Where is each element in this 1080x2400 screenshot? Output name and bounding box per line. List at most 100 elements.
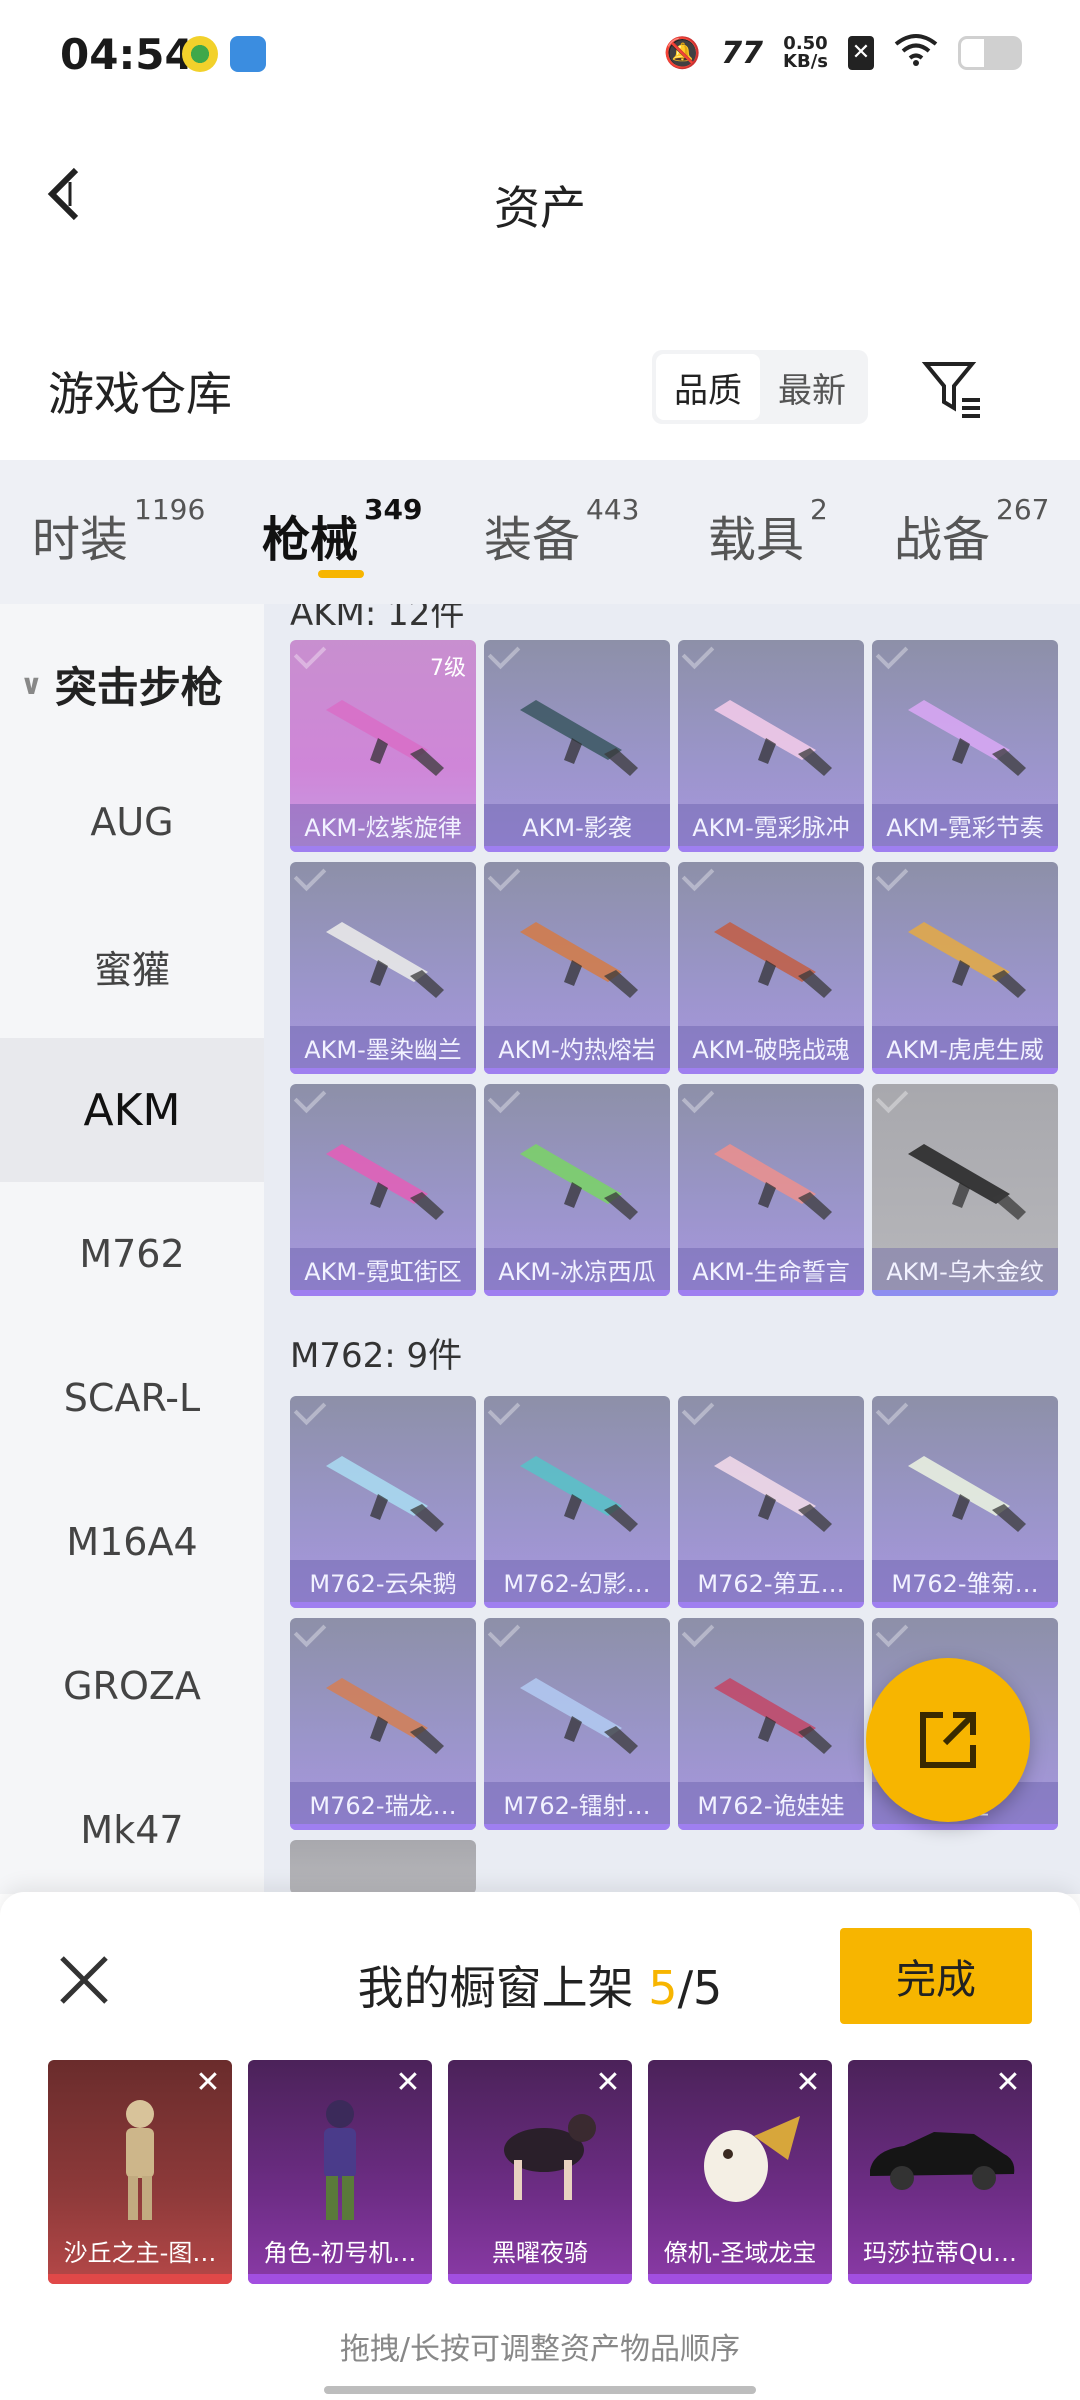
rarity-bar [484, 1602, 670, 1608]
rifle-icon [714, 1678, 832, 1754]
weapon-card-label: AKM-墨染幽兰 [290, 1026, 476, 1068]
sidebar-item-groza[interactable]: GROZA [0, 1614, 264, 1758]
sim-off-icon: ✕ [848, 36, 874, 70]
weapon-card[interactable]: M762-镭射… [484, 1618, 670, 1830]
shelf-item[interactable]: ✕ 角色-初号机… [248, 2060, 432, 2284]
check-icon [875, 862, 909, 892]
battery-icon [958, 36, 1022, 70]
tab-guns[interactable]: 枪械349 [262, 493, 422, 570]
weapon-card[interactable]: AKM-虎虎生威 [872, 862, 1058, 1074]
remove-icon[interactable]: ✕ [390, 2066, 426, 2102]
check-icon [875, 1084, 909, 1114]
weapon-card-partial[interactable] [290, 1840, 476, 1894]
tab-count: 1196 [134, 493, 206, 526]
shelf-item[interactable]: ✕ 沙丘之主-图… [48, 2060, 232, 2284]
rarity-bar [872, 1290, 1058, 1296]
shelf-item[interactable]: ✕ 玛莎拉蒂Qu… [848, 2060, 1032, 2284]
remove-icon[interactable]: ✕ [190, 2066, 226, 2102]
sidebar-item-honeybadger[interactable]: 蜜獾 [0, 894, 264, 1038]
tab-label: 枪械 [262, 512, 359, 568]
weapon-card-label: AKM-霓彩节奏 [872, 804, 1058, 846]
remove-icon[interactable]: ✕ [590, 2066, 626, 2102]
weapon-card[interactable]: AKM-乌木金纹 [872, 1084, 1058, 1296]
sort-quality-button[interactable]: 品质 [656, 354, 760, 420]
check-icon [875, 640, 909, 670]
weapon-card[interactable]: M762-第五… [678, 1396, 864, 1608]
sidebar-item-m762[interactable]: M762 [0, 1182, 264, 1326]
shelf-item-label: 黑曜夜骑 [492, 2238, 588, 2267]
weapon-card[interactable]: AKM-霓彩节奏 [872, 640, 1058, 852]
tab-vehicles[interactable]: 载具2 [708, 493, 828, 570]
sidebar-item-scar-l[interactable]: SCAR-L [0, 1326, 264, 1470]
weapon-card-label: AKM-炫紫旋律 [290, 804, 476, 846]
weapon-card[interactable]: AKM-墨染幽兰 [290, 862, 476, 1074]
weapon-card[interactable]: AKM-影袭 [484, 640, 670, 852]
sidebar-item-akm[interactable]: AKM [0, 1038, 264, 1182]
tab-active-indicator [318, 570, 364, 578]
rarity-bar [872, 1068, 1058, 1074]
weapon-card-label: AKM-灼热熔岩 [484, 1026, 670, 1068]
app-notification-icon [182, 36, 218, 72]
check-icon [681, 862, 715, 892]
shelf-item[interactable]: ✕ 僚机-圣域龙宝 [648, 2060, 832, 2284]
tab-gear[interactable]: 战备267 [894, 493, 1049, 570]
remove-icon[interactable]: ✕ [990, 2066, 1026, 2102]
sidebar-item-aug[interactable]: AUG [0, 750, 264, 894]
rarity-bar [872, 846, 1058, 852]
weapon-card[interactable]: M762-幻影… [484, 1396, 670, 1608]
weapon-card[interactable]: AKM-霓虹街区 [290, 1084, 476, 1296]
rifle-icon [714, 1144, 832, 1220]
shelf-item-label: 僚机-圣域龙宝 [663, 2238, 817, 2267]
shelf-item-label: 玛莎拉蒂Qu… [862, 2238, 1018, 2267]
horse-figure-icon [504, 2114, 596, 2200]
level-badge: 7级 [430, 656, 466, 681]
sidebar-item-mk47[interactable]: Mk47 [0, 1758, 264, 1902]
tab-equipment[interactable]: 装备443 [484, 493, 639, 570]
screen-share-icon [230, 36, 266, 72]
rifle-icon [520, 922, 638, 998]
weapon-card[interactable]: AKM-冰凉西瓜 [484, 1084, 670, 1296]
reorder-hint: 拖拽/长按可调整资产物品顺序 [339, 2332, 741, 2367]
sort-newest-button[interactable]: 最新 [760, 354, 864, 420]
rarity-bar [484, 1290, 670, 1296]
tab-count: 2 [810, 493, 828, 526]
check-icon [487, 1618, 521, 1648]
weapon-card[interactable]: M762-云朵鹅 [290, 1396, 476, 1608]
filter-button[interactable] [920, 356, 986, 422]
sort-toggle: 品质 最新 [652, 350, 868, 424]
done-button[interactable]: 完成 [840, 1928, 1032, 2024]
rifle-icon [908, 700, 1026, 776]
weapon-card[interactable]: M762-诡娃娃 [678, 1618, 864, 1830]
share-button[interactable] [866, 1658, 1030, 1822]
weapon-card[interactable]: AKM-生命誓言 [678, 1084, 864, 1296]
rarity-bar [448, 2274, 632, 2284]
rifle-icon [326, 1144, 444, 1220]
sidebar-category[interactable]: ∨ 突击步枪 [20, 654, 223, 715]
weapon-card-label: M762-幻影… [484, 1560, 670, 1602]
weapon-card[interactable]: AKM-破晓战魂 [678, 862, 864, 1074]
check-icon [681, 1618, 715, 1648]
rifle-icon [326, 1678, 444, 1754]
rifle-icon [326, 700, 444, 776]
weapon-card[interactable]: M762-雏菊… [872, 1396, 1058, 1608]
check-icon [293, 862, 327, 892]
tab-fashion[interactable]: 时装1196 [32, 493, 205, 570]
rifle-icon [520, 1456, 638, 1532]
sidebar-item-m16a4[interactable]: M16A4 [0, 1470, 264, 1614]
weapon-card[interactable]: 7级 AKM-炫紫旋律 [290, 640, 476, 852]
weapon-card[interactable]: AKM-灼热熔岩 [484, 862, 670, 1074]
character-figure-icon [324, 2100, 356, 2220]
category-tabs: 时装1196 枪械349 装备443 载具2 战备267 [0, 460, 1080, 604]
weapon-card[interactable]: AKM-霓彩脉冲 [678, 640, 864, 852]
check-icon [681, 1084, 715, 1114]
check-icon [875, 1396, 909, 1426]
rarity-bar [678, 846, 864, 852]
weapon-card[interactable]: M762-瑞龙… [290, 1618, 476, 1830]
rarity-bar [290, 1602, 476, 1608]
rarity-bar [848, 2274, 1032, 2284]
rarity-bar [648, 2274, 832, 2284]
weapon-card-label: AKM-霓彩脉冲 [678, 804, 864, 846]
shelf-item[interactable]: ✕ 黑曜夜骑 [448, 2060, 632, 2284]
rarity-bar [290, 846, 476, 852]
character-figure-icon [126, 2100, 154, 2220]
